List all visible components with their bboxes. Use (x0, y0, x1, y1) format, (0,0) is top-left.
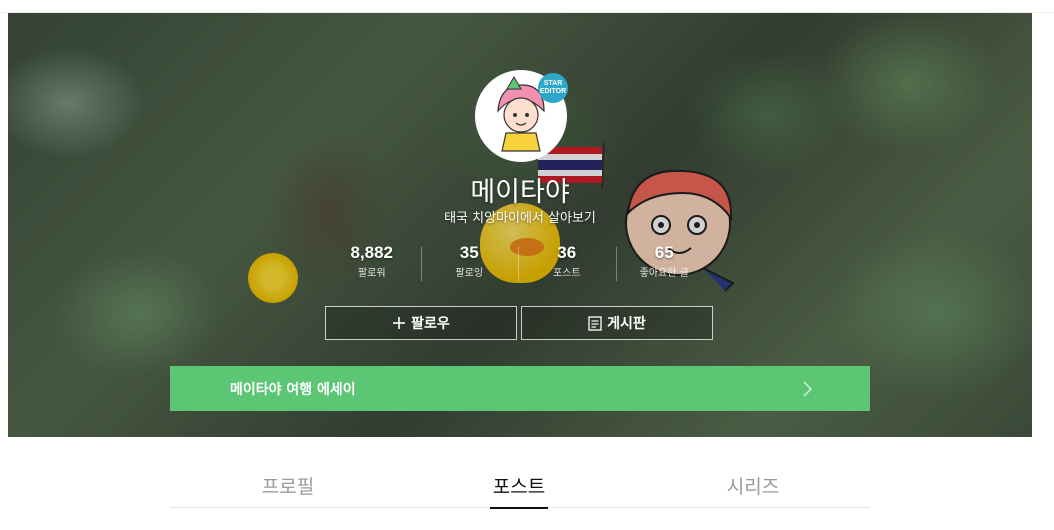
stat-followers-label: 팔로워 (357, 268, 386, 279)
profile-tabs: 프로필 포스트 시리즈 (170, 470, 870, 509)
follow-button[interactable]: 팔로우 (325, 306, 517, 340)
stat-likes[interactable]: 65 좋아요한 글 (615, 243, 714, 283)
stat-following-label: 팔로잉 (455, 268, 484, 279)
board-button[interactable]: 게시판 (521, 306, 713, 340)
series-banner-title: 메이타야 여행 에세이 (230, 381, 356, 398)
follow-button-label: 팔로우 (411, 316, 450, 332)
series-banner[interactable]: 메이타야 여행 에세이 (170, 366, 870, 411)
stat-followers[interactable]: 8,882 팔로워 (323, 243, 421, 283)
top-bar (0, 0, 1054, 13)
board-button-label: 게시판 (607, 316, 646, 332)
stat-posts[interactable]: 36 포스트 (518, 243, 616, 283)
profile-tagline: 태국 치앙마이에서 살아보기 (444, 211, 596, 226)
tab-posts[interactable]: 포스트 (490, 470, 548, 509)
tab-profile[interactable]: 프로필 (258, 470, 318, 507)
stat-posts-label: 포스트 (552, 268, 581, 279)
profile-name: 메이타야 (470, 177, 570, 207)
profile-stats: 8,882 팔로워 35 팔로잉 36 포스트 65 좋아요한 글 (323, 243, 713, 283)
stat-likes-label: 좋아요한 글 (639, 268, 689, 279)
stat-following-value: 35 (459, 243, 479, 262)
star-editor-badge: STAR EDITOR (538, 73, 568, 103)
stat-likes-value: 65 (654, 243, 674, 262)
tab-series[interactable]: 시리즈 (725, 470, 781, 507)
stat-following[interactable]: 35 팔로잉 (420, 243, 519, 283)
stat-posts-value: 36 (557, 243, 577, 262)
document-icon (588, 315, 602, 331)
chevron-right-icon (803, 381, 812, 396)
stat-followers-value: 8,882 (350, 243, 394, 262)
plus-icon (393, 317, 406, 329)
